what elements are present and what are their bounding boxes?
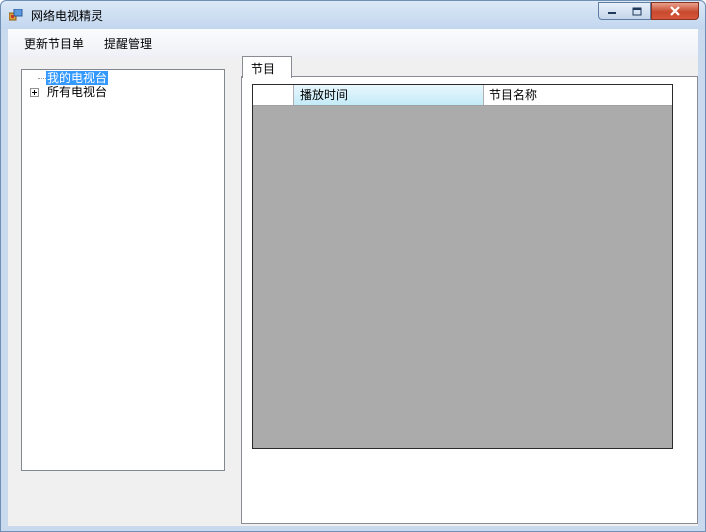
maximize-icon xyxy=(632,7,642,15)
channel-tree[interactable]: 我的电视台 所有电视台 xyxy=(21,69,225,471)
tab-page-programs: 播放时间 节目名称 xyxy=(241,76,698,524)
program-grid[interactable]: 播放时间 节目名称 xyxy=(252,84,673,449)
minimize-button[interactable] xyxy=(598,2,625,20)
close-button[interactable] xyxy=(651,2,699,20)
client-area: 更新节目单 提醒管理 我的电视台 所有电视台 节目 播放时间 节目名称 xyxy=(8,29,698,526)
app-window-icon xyxy=(9,9,23,21)
tab-programs[interactable]: 节目 xyxy=(242,56,292,78)
minimize-icon xyxy=(607,12,616,14)
maximize-button[interactable] xyxy=(624,2,651,20)
column-header-program-name[interactable]: 节目名称 xyxy=(484,85,672,105)
grid-header: 播放时间 节目名称 xyxy=(253,85,672,106)
menu-bar: 更新节目单 提醒管理 xyxy=(8,29,698,57)
row-header-corner[interactable] xyxy=(253,85,294,105)
window-title: 网络电视精灵 xyxy=(31,9,104,23)
menu-reminder-management[interactable]: 提醒管理 xyxy=(102,35,154,52)
plus-expander-icon[interactable] xyxy=(30,88,39,97)
close-icon xyxy=(670,6,680,16)
tree-connector-line xyxy=(38,78,46,79)
tree-node-my-channels[interactable]: 我的电视台 xyxy=(44,70,110,86)
tree-node-all-channels[interactable]: 所有电视台 xyxy=(46,85,108,99)
app-window: 网络电视精灵 更新节目单 提醒管理 我的电视台 所有电视台 节目 播放时间 节目… xyxy=(0,0,706,532)
menu-update-schedule[interactable]: 更新节目单 xyxy=(22,35,86,52)
title-bar[interactable]: 网络电视精灵 xyxy=(1,1,705,29)
column-header-play-time[interactable]: 播放时间 xyxy=(294,85,484,105)
tab-programs-label: 节目 xyxy=(251,62,276,76)
